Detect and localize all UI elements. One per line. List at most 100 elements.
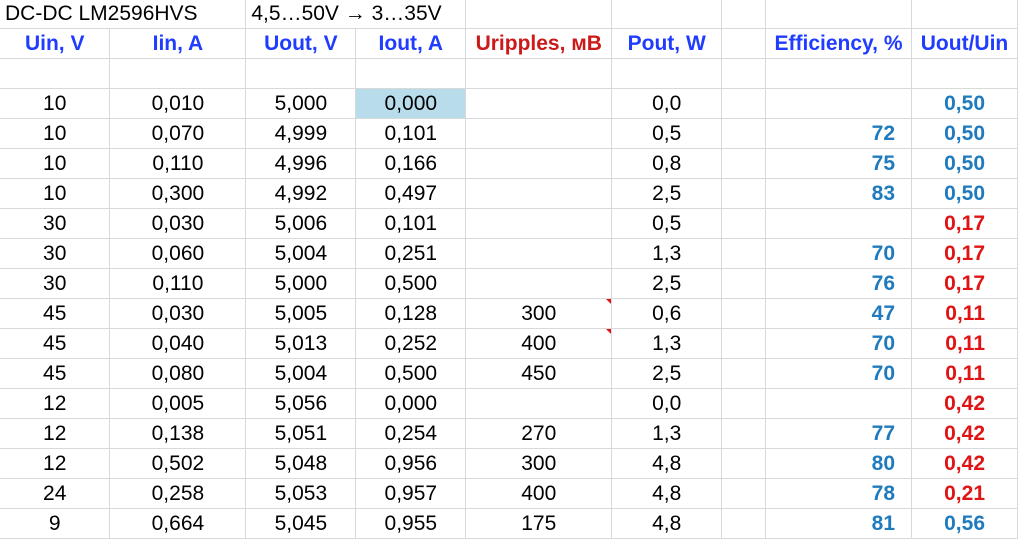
- cell-pout[interactable]: 4,8: [611, 508, 723, 539]
- cell-blank[interactable]: [721, 238, 767, 269]
- cell-pout[interactable]: 1,3: [611, 328, 723, 359]
- cell-uout-uin[interactable]: 0,50: [911, 178, 1018, 209]
- cell-blank[interactable]: [721, 478, 767, 509]
- cell-iout[interactable]: 0,000: [355, 388, 467, 419]
- cell-iin[interactable]: 0,005: [109, 388, 247, 419]
- cell-iout[interactable]: 0,101: [355, 118, 467, 149]
- cell-iout[interactable]: 0,956: [355, 448, 467, 479]
- cell-iout[interactable]: 0,166: [355, 148, 467, 179]
- cell-uout[interactable]: 5,048: [245, 448, 357, 479]
- cell-iin[interactable]: 0,060: [109, 238, 247, 269]
- header-iin[interactable]: Iin, A: [109, 28, 247, 59]
- cell-iin[interactable]: 0,040: [109, 328, 247, 359]
- cell-efficiency[interactable]: [765, 208, 913, 239]
- cell-iout[interactable]: 0,000: [355, 88, 467, 119]
- cell-uout-uin[interactable]: 0,50: [911, 118, 1018, 149]
- cell-uripples[interactable]: 300: [465, 298, 613, 329]
- cell-efficiency[interactable]: [765, 88, 913, 119]
- cell[interactable]: [355, 58, 467, 89]
- cell[interactable]: [465, 0, 613, 29]
- cell-blank[interactable]: [721, 118, 767, 149]
- header-uin[interactable]: Uin, V: [0, 28, 111, 59]
- cell-uout-uin[interactable]: 0,17: [911, 208, 1018, 239]
- cell-iin[interactable]: 0,030: [109, 298, 247, 329]
- cell-uripples[interactable]: [465, 388, 613, 419]
- cell[interactable]: [911, 0, 1018, 29]
- cell-iin[interactable]: 0,030: [109, 208, 247, 239]
- cell-uin[interactable]: 10: [0, 88, 111, 119]
- cell-uin[interactable]: 45: [0, 298, 111, 329]
- cell-uin[interactable]: 45: [0, 358, 111, 389]
- cell-uin[interactable]: 30: [0, 268, 111, 299]
- cell-uout[interactable]: 5,013: [245, 328, 357, 359]
- cell-uout-uin[interactable]: 0,21: [911, 478, 1018, 509]
- cell-uripples[interactable]: 400: [465, 328, 613, 359]
- cell[interactable]: [0, 58, 111, 89]
- cell-efficiency[interactable]: 76: [765, 268, 913, 299]
- cell-uout[interactable]: 5,056: [245, 388, 357, 419]
- cell[interactable]: [611, 0, 723, 29]
- cell-blank[interactable]: [721, 328, 767, 359]
- cell-uripples[interactable]: 175: [465, 508, 613, 539]
- header-uout-uin[interactable]: Uout/Uin: [911, 28, 1018, 59]
- cell-uripples[interactable]: [465, 88, 613, 119]
- cell-iin[interactable]: 0,110: [109, 268, 247, 299]
- cell-uin[interactable]: 45: [0, 328, 111, 359]
- cell-uout[interactable]: 5,005: [245, 298, 357, 329]
- cell[interactable]: [245, 58, 357, 89]
- cell-uin[interactable]: 30: [0, 238, 111, 269]
- cell-uout[interactable]: 5,006: [245, 208, 357, 239]
- cell-uout-uin[interactable]: 0,11: [911, 328, 1018, 359]
- cell-uripples[interactable]: 400: [465, 478, 613, 509]
- cell-uripples[interactable]: [465, 238, 613, 269]
- header-uripples[interactable]: Uripples, мВ: [465, 28, 613, 59]
- cell-uripples[interactable]: 300: [465, 448, 613, 479]
- cell-uripples[interactable]: [465, 178, 613, 209]
- cell-blank[interactable]: [721, 88, 767, 119]
- cell-efficiency[interactable]: 83: [765, 178, 913, 209]
- cell-iin[interactable]: 0,258: [109, 478, 247, 509]
- cell[interactable]: [765, 0, 913, 29]
- cell-iin[interactable]: 0,300: [109, 178, 247, 209]
- cell-uin[interactable]: 12: [0, 448, 111, 479]
- cell-pout[interactable]: 2,5: [611, 268, 723, 299]
- cell-uout[interactable]: 5,051: [245, 418, 357, 449]
- cell[interactable]: [109, 58, 247, 89]
- cell-blank[interactable]: [721, 208, 767, 239]
- cell-iout[interactable]: 0,497: [355, 178, 467, 209]
- cell-efficiency[interactable]: 47: [765, 298, 913, 329]
- cell-uout-uin[interactable]: 0,17: [911, 238, 1018, 269]
- cell-blank[interactable]: [721, 358, 767, 389]
- cell-blank[interactable]: [721, 178, 767, 209]
- cell-uout-uin[interactable]: 0,11: [911, 358, 1018, 389]
- cell-iout[interactable]: 0,500: [355, 268, 467, 299]
- cell-uin[interactable]: 10: [0, 148, 111, 179]
- cell-blank[interactable]: [721, 448, 767, 479]
- cell-pout[interactable]: 4,8: [611, 448, 723, 479]
- cell-uout-uin[interactable]: 0,50: [911, 88, 1018, 119]
- cell-uout-uin[interactable]: 0,56: [911, 508, 1018, 539]
- cell-pout[interactable]: 1,3: [611, 238, 723, 269]
- cell-uripples[interactable]: [465, 268, 613, 299]
- cell-iout[interactable]: 0,128: [355, 298, 467, 329]
- cell-uout[interactable]: 4,992: [245, 178, 357, 209]
- cell-uout[interactable]: 5,000: [245, 268, 357, 299]
- cell-iin[interactable]: 0,070: [109, 118, 247, 149]
- cell[interactable]: [465, 58, 613, 89]
- cell-iout[interactable]: 0,252: [355, 328, 467, 359]
- cell-blank[interactable]: [721, 148, 767, 179]
- cell-pout[interactable]: 0,5: [611, 208, 723, 239]
- sheet-title[interactable]: DC-DC LM2596HVS: [0, 0, 247, 29]
- cell-iout[interactable]: 0,254: [355, 418, 467, 449]
- cell-uout[interactable]: 5,045: [245, 508, 357, 539]
- cell-iin[interactable]: 0,502: [109, 448, 247, 479]
- cell-uripples[interactable]: 450: [465, 358, 613, 389]
- header-efficiency[interactable]: Efficiency, %: [765, 28, 913, 59]
- cell-efficiency[interactable]: 78: [765, 478, 913, 509]
- cell-uripples[interactable]: [465, 148, 613, 179]
- cell-uout[interactable]: 5,004: [245, 238, 357, 269]
- cell-blank[interactable]: [721, 268, 767, 299]
- cell-efficiency[interactable]: 70: [765, 238, 913, 269]
- header-pout[interactable]: Pout, W: [611, 28, 723, 59]
- cell-efficiency[interactable]: 70: [765, 328, 913, 359]
